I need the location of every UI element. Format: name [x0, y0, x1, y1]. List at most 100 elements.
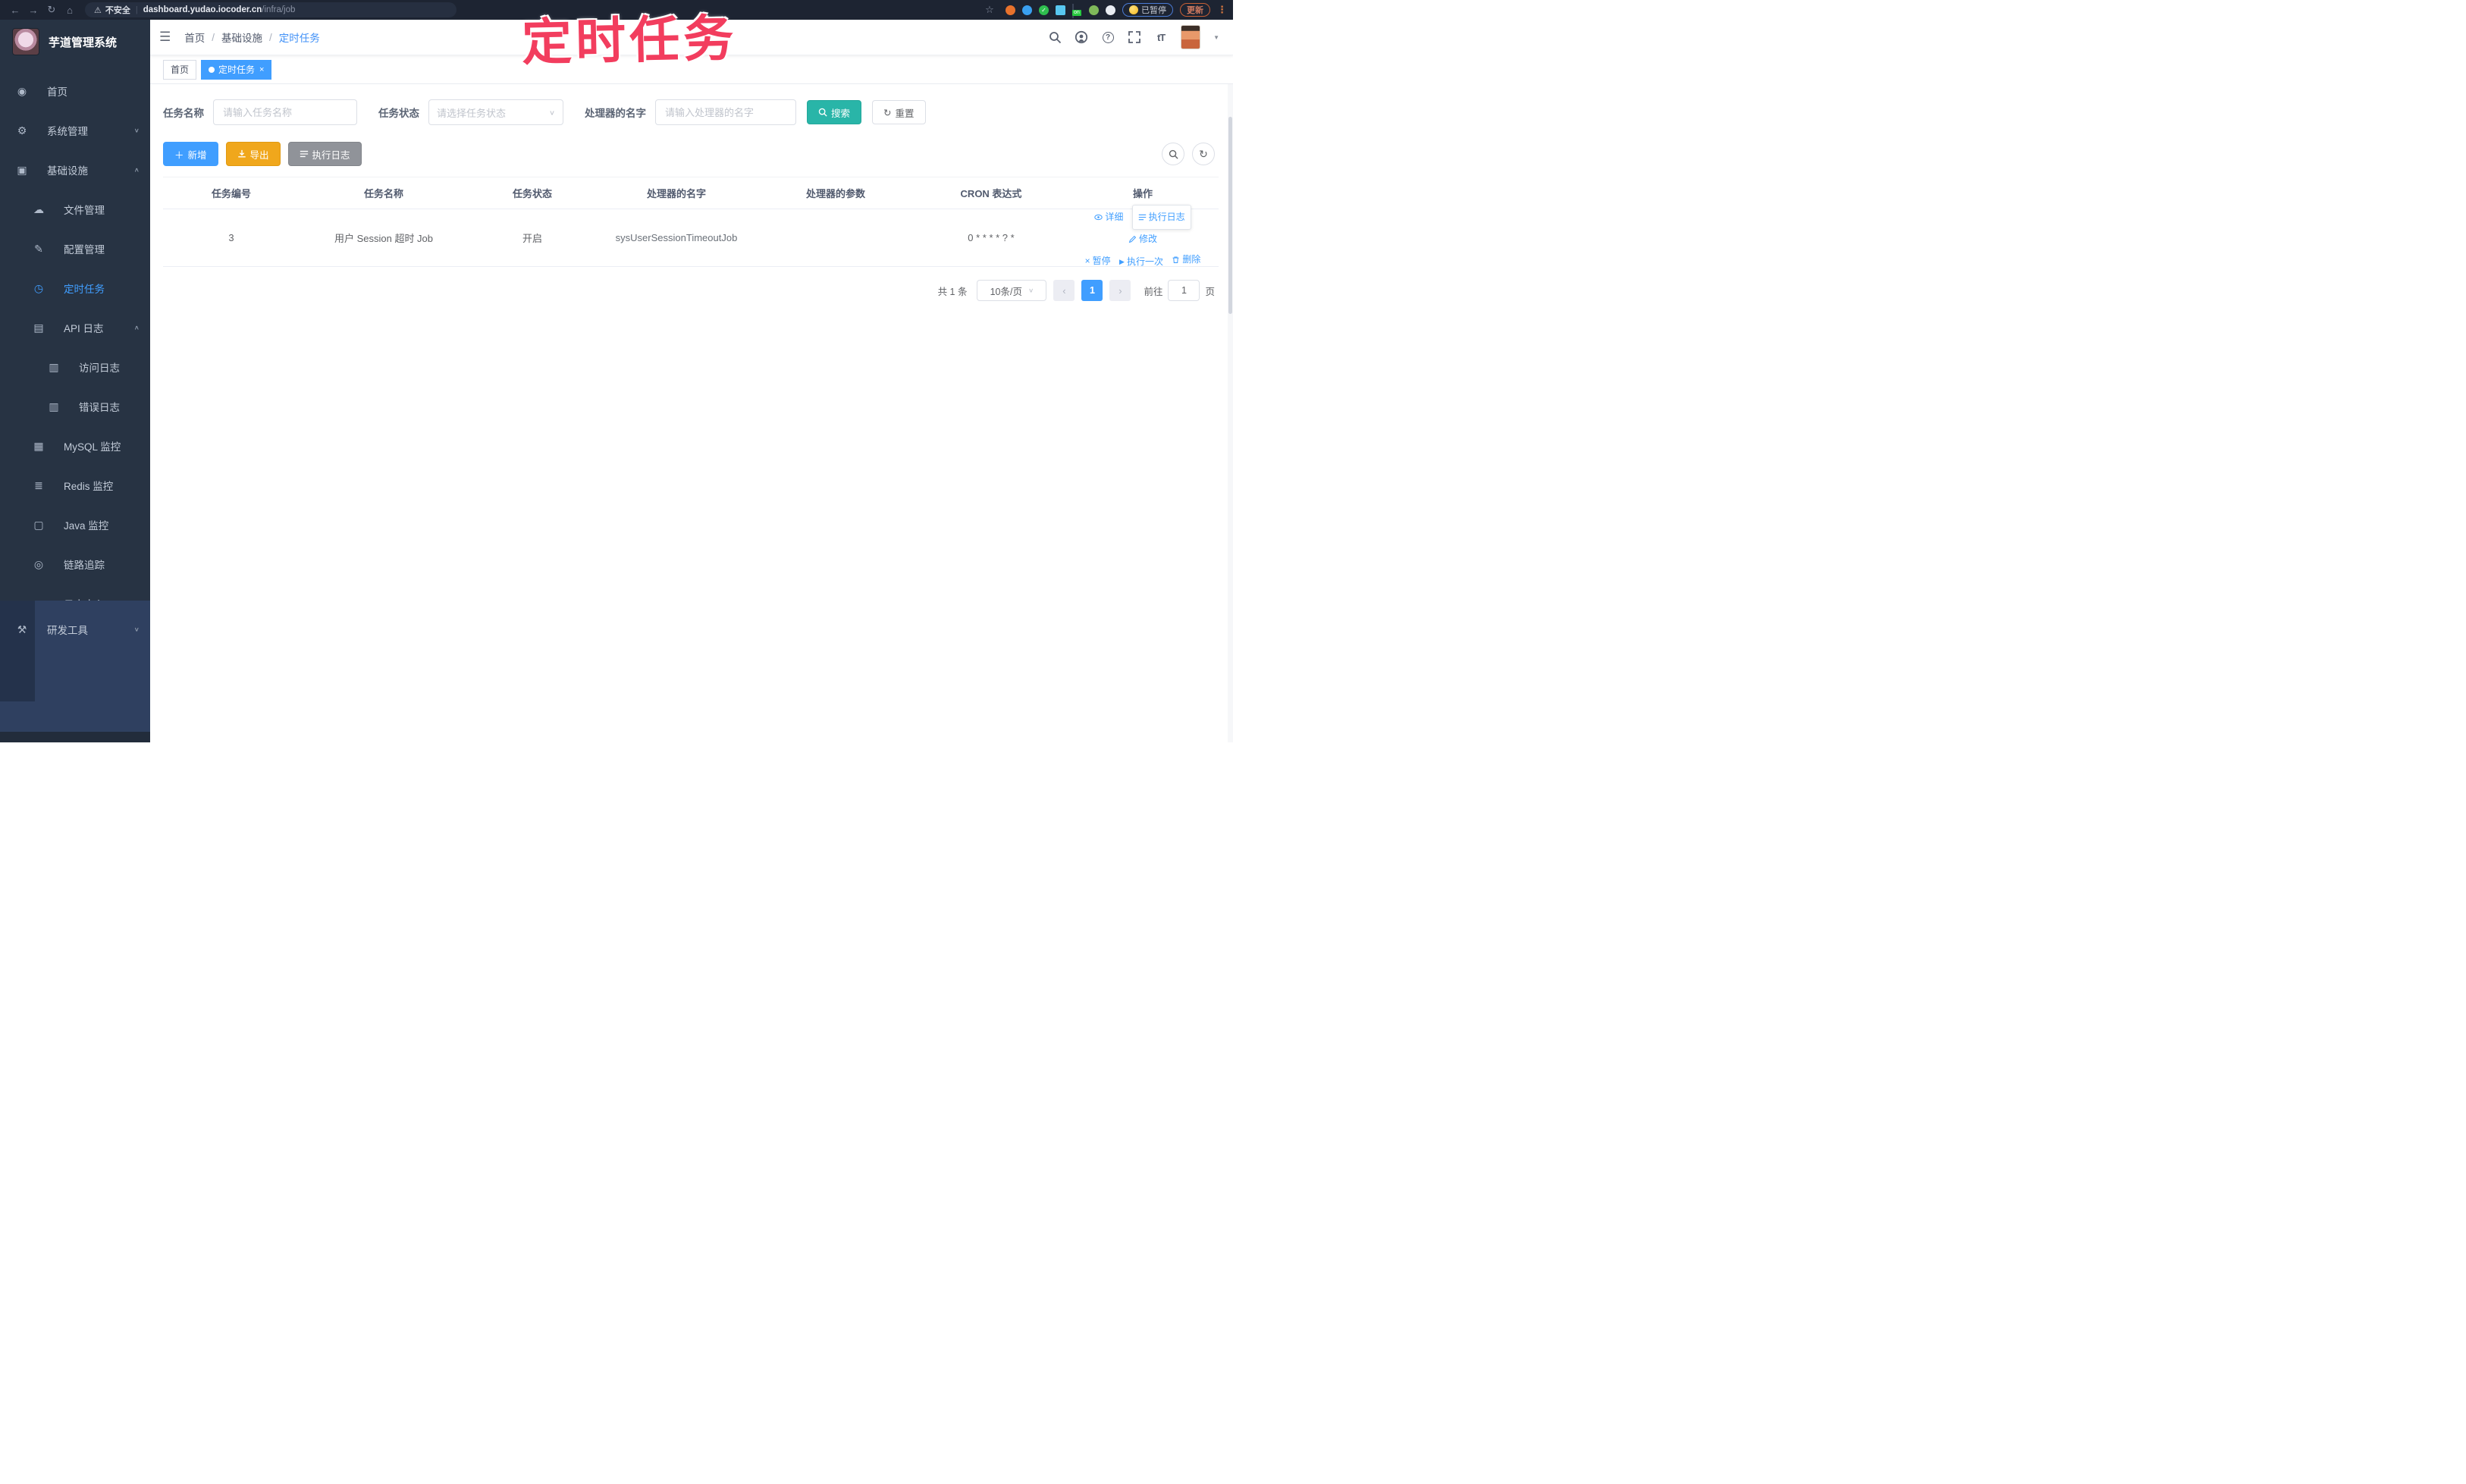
github-icon[interactable] [1075, 30, 1088, 44]
close-tag-icon[interactable]: × [259, 65, 264, 74]
paused-extension-pill[interactable]: 已暂停 [1122, 3, 1173, 17]
cloud-upload-icon: ☁ [33, 202, 44, 215]
sidebar-item-mysql-monitor[interactable]: ▦ MySQL 监控 [0, 426, 150, 466]
table-header-row: 任务编号 任务名称 任务状态 处理器的名字 处理器的参数 CRON 表达式 操作 [163, 177, 1219, 209]
api-log-icon: ▤ [33, 321, 44, 334]
bookmark-star-icon[interactable]: ☆ [980, 4, 999, 16]
page-size-select[interactable]: 10条/页 ∨ [977, 280, 1047, 301]
browser-forward-icon[interactable]: → [24, 5, 42, 16]
chevron-down-icon: ∨ [133, 626, 140, 633]
handler-name-input[interactable] [655, 99, 796, 125]
refresh-table-button[interactable]: ↻ [1192, 143, 1215, 165]
extension-icon-lightblue[interactable] [1056, 5, 1065, 15]
next-page-button[interactable]: › [1109, 280, 1131, 301]
scrollbar[interactable] [1228, 20, 1233, 742]
app-logo-row[interactable]: 芋道管理系统 [0, 20, 150, 64]
gear-icon: ⚙ [17, 124, 27, 136]
search-icon[interactable] [1048, 30, 1062, 44]
row-exec-log-link[interactable]: 执行日志 [1131, 204, 1191, 230]
extension-icon-leaf[interactable] [1089, 5, 1099, 15]
task-name-input[interactable] [213, 99, 357, 125]
browser-update-button[interactable]: 更新 [1180, 3, 1210, 17]
sidebar-item-config-management[interactable]: ✎ 配置管理 [0, 229, 150, 268]
pagination: 共 1 条 10条/页 ∨ ‹ 1 › 前往 页 [163, 280, 1225, 301]
sidebar-item-home[interactable]: ◉ 首页 [0, 71, 150, 111]
total-count: 共 1 条 [937, 286, 968, 297]
timer-icon: ◷ [33, 281, 44, 294]
browser-back-icon[interactable]: ← [6, 5, 24, 16]
run-once-link[interactable]: ▶ 执行一次 [1119, 253, 1163, 271]
sidebar-item-java-monitor[interactable]: ▢ Java 监控 [0, 505, 150, 544]
prev-page-button[interactable]: ‹ [1053, 280, 1075, 301]
edit-icon: ✎ [34, 242, 43, 255]
eye-trace-icon: ◎ [33, 557, 44, 570]
font-size-icon[interactable]: tT [1154, 30, 1168, 44]
tag-home[interactable]: 首页 [163, 59, 197, 80]
chevron-down-icon: ∨ [133, 127, 140, 134]
tag-scheduled-tasks[interactable]: 定时任务 × [201, 59, 272, 80]
help-icon[interactable]: ? [1101, 30, 1115, 44]
breadcrumb-home[interactable]: 首页 [184, 30, 205, 45]
infrastructure-icon: ▣ [17, 163, 27, 176]
cell-handler-name: sysUserSessionTimeoutJob [615, 231, 738, 243]
browser-reload-icon[interactable]: ↻ [42, 4, 61, 16]
col-handler-name: 处理器的名字 [646, 188, 706, 199]
extension-icon-blue[interactable] [1022, 5, 1032, 15]
browser-menu-icon[interactable]: ⋮ [1217, 4, 1227, 16]
sidebar-item-access-log[interactable]: ▥ 访问日志 [0, 347, 150, 387]
extension-icon-white[interactable] [1106, 5, 1115, 15]
sidebar-item-system-management[interactable]: ⚙ 系统管理 ∨ [0, 111, 150, 150]
redis-icon: ≣ [34, 478, 43, 491]
extension-icon-orange[interactable] [1006, 5, 1015, 15]
fullscreen-icon[interactable] [1128, 30, 1141, 44]
edit-link[interactable]: 修改 [1128, 230, 1157, 249]
page: ← → ↻ ⌂ ⚠ 不安全 | dashboard.yudao.iocoder.… [0, 0, 1233, 742]
cell-task-status: 开启 [522, 233, 542, 244]
scrollbar-thumb[interactable] [1228, 117, 1232, 314]
sidebar-item-api-log[interactable]: ▤ API 日志 ∧ [0, 308, 150, 347]
app-header: ☰ 首页 / 基础设施 / 定时任务 ? tT ▼ [150, 20, 1233, 55]
add-button[interactable]: ＋ 新增 [163, 142, 218, 166]
chevron-up-icon: ∧ [133, 166, 140, 174]
collapse-sidebar-icon[interactable]: ☰ [159, 30, 171, 45]
sidebar-footer-strip [0, 732, 150, 742]
current-page-button[interactable]: 1 [1081, 280, 1103, 301]
detail-link[interactable]: 详细 [1094, 208, 1123, 227]
pause-link[interactable]: × 暂停 [1085, 252, 1111, 271]
cell-actions: 详细 执行日志 修改 × 暂停 ▶ 执行一次 删除 [1067, 204, 1219, 271]
search-button[interactable]: 搜索 [807, 100, 862, 124]
user-avatar[interactable] [1181, 25, 1201, 49]
exec-log-button[interactable]: 执行日志 [287, 142, 362, 166]
browser-home-icon[interactable]: ⌂ [61, 5, 79, 16]
sidebar-item-trace[interactable]: ◎ 链路追踪 [0, 544, 150, 584]
col-handler-param: 处理器的参数 [805, 188, 865, 199]
col-task-id: 任务编号 [211, 188, 251, 199]
table-tools: ↻ [1162, 143, 1225, 165]
select-arrow-icon: ∨ [548, 108, 555, 117]
x-icon: × [1084, 255, 1090, 266]
play-icon: ▶ [1119, 257, 1125, 265]
sidebar-item-scheduled-tasks[interactable]: ◷ 定时任务 [0, 268, 150, 308]
extension-icon-green-check[interactable]: ✓ [1039, 5, 1049, 15]
toggle-search-icon-button[interactable] [1162, 143, 1184, 165]
proxy-on-badge: on [1072, 9, 1081, 16]
user-menu-caret-icon[interactable]: ▼ [1213, 34, 1219, 41]
cell-task-id: 3 [228, 232, 234, 243]
jobs-table: 任务编号 任务名称 任务状态 处理器的名字 处理器的参数 CRON 表达式 操作… [163, 177, 1219, 267]
reset-button[interactable]: ↻ 重置 [872, 100, 926, 124]
address-bar[interactable]: ⚠ 不安全 | dashboard.yudao.iocoder.cn /infr… [85, 2, 456, 17]
export-button[interactable]: 导出 [225, 142, 281, 166]
breadcrumb-infrastructure[interactable]: 基础设施 [221, 30, 262, 45]
sidebar-item-dev-tools[interactable]: ⚒ 研发工具 ∨ [0, 610, 150, 649]
page-unit-label: 页 [1205, 286, 1215, 297]
sidebar-item-redis-monitor[interactable]: ≣ Redis 监控 [0, 466, 150, 505]
sidebar-item-error-log[interactable]: ▥ 错误日志 [0, 387, 150, 426]
task-status-select[interactable]: 请选择任务状态 ∨ [428, 99, 563, 125]
delete-link[interactable]: 删除 [1172, 250, 1200, 269]
extension-icon-proxy[interactable]: on [1072, 3, 1082, 18]
goto-label: 前往 [1144, 286, 1163, 297]
chevron-up-icon: ∧ [133, 324, 140, 331]
sidebar-item-infrastructure[interactable]: ▣ 基础设施 ∧ [0, 150, 150, 190]
sidebar-item-file-management[interactable]: ☁ 文件管理 [0, 190, 150, 229]
goto-page-input[interactable] [1168, 280, 1200, 301]
